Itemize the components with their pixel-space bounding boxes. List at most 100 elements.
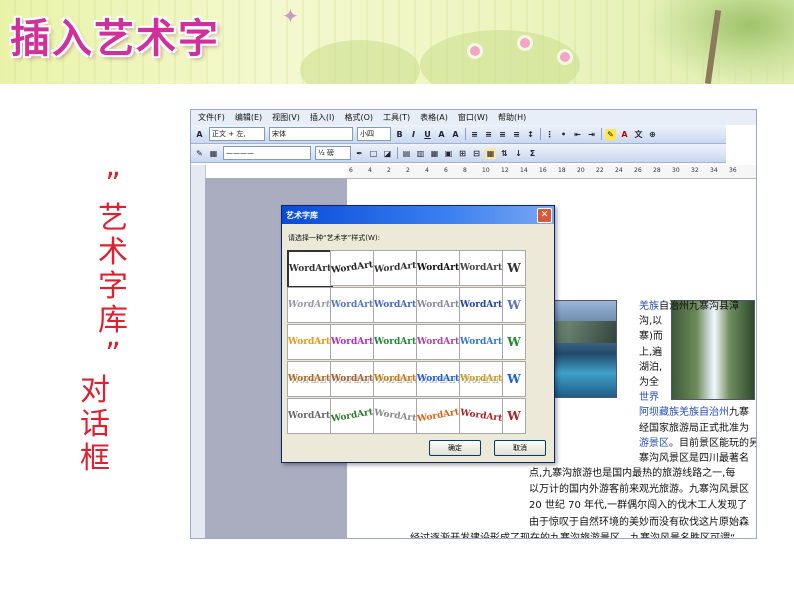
autoformat-table-icon[interactable]: ▦: [485, 147, 496, 159]
wordart-style-option[interactable]: WordArt: [459, 250, 503, 286]
ruler-number: 22: [596, 167, 604, 174]
wordart-sample: WordArt: [373, 337, 417, 347]
highlight-icon[interactable]: ✎: [605, 128, 616, 140]
wordart-style-option[interactable]: WordArt: [287, 361, 331, 397]
wordart-style-option[interactable]: WordArt: [373, 324, 417, 360]
enclose-char-icon[interactable]: ⊕: [647, 129, 658, 140]
wordart-style-option[interactable]: WordArt: [330, 361, 374, 397]
phonetic-guide-icon[interactable]: 文: [633, 129, 644, 140]
wordart-sample: WordArt: [459, 263, 503, 273]
wordart-sample: WordArt: [287, 300, 331, 310]
text-direction-icon[interactable]: ⇅: [499, 148, 510, 159]
menu-item[interactable]: 窗口(W): [458, 112, 488, 123]
wordart-style-option[interactable]: WordArt: [373, 361, 417, 397]
wordart-style-option[interactable]: WordArt: [416, 324, 460, 360]
document-line: 上,遍: [639, 345, 662, 360]
align-cell-icon[interactable]: ▣: [443, 148, 454, 159]
menu-item[interactable]: 插入(I): [310, 112, 335, 123]
menu-item[interactable]: 表格(A): [420, 112, 448, 123]
wordart-style-option[interactable]: WordArt: [416, 398, 460, 434]
wordart-sample: WordArt: [416, 407, 460, 425]
insert-table-icon[interactable]: ▤: [401, 148, 412, 159]
menu-item[interactable]: 编辑(E): [235, 112, 262, 123]
close-icon[interactable]: ✕: [537, 208, 552, 223]
underline-icon[interactable]: U: [422, 129, 433, 140]
line-weight-dropdown[interactable]: ½ 磅: [315, 146, 351, 160]
document-body-line: 20 世纪 70 年代,一群偶尔闯入的伐木工人发现了: [529, 500, 748, 512]
document-line: 沟,以: [639, 314, 662, 329]
wordart-style-option[interactable]: WordArt: [416, 287, 460, 323]
wordart-vertical-option[interactable]: W: [502, 398, 526, 434]
wordart-style-option[interactable]: WordArt: [416, 361, 460, 397]
wordart-style-option[interactable]: WordArt: [287, 250, 333, 288]
distribute-rows-icon[interactable]: ⊞: [457, 148, 468, 159]
wordart-style-option[interactable]: WordArt: [459, 398, 503, 434]
wordart-vertical-option[interactable]: W: [502, 324, 526, 360]
side-label-char: 术: [98, 235, 128, 270]
wordart-style-option[interactable]: WordArt: [330, 250, 374, 286]
menu-item[interactable]: 格式(O): [344, 112, 373, 123]
font-size-dropdown[interactable]: 小四: [357, 127, 391, 141]
styles-pane-icon[interactable]: A: [194, 129, 205, 140]
wordart-style-option[interactable]: WordArt: [459, 324, 503, 360]
wordart-style-option[interactable]: WordArt: [330, 287, 374, 323]
bold-icon[interactable]: B: [394, 129, 405, 140]
wordart-vertical-option[interactable]: W: [502, 361, 526, 397]
bullets-icon[interactable]: •: [558, 129, 569, 140]
align-right-icon[interactable]: ≡: [497, 129, 508, 140]
shading-icon[interactable]: ◪: [382, 148, 393, 159]
wordart-style-option[interactable]: WordArt: [459, 361, 503, 397]
side-label-char: 话: [80, 407, 110, 442]
wordart-vertical-option[interactable]: W: [502, 250, 526, 286]
ok-button[interactable]: 确定: [429, 440, 481, 456]
horizontal-ruler[interactable]: 6 4 2 2 4 6 8 10 12 14 16 18 20 22 24 26 28 30 32 34 36: [347, 165, 756, 179]
align-center-icon[interactable]: ≡: [483, 129, 494, 140]
line-style-dropdown[interactable]: ————: [223, 146, 311, 160]
table-draw-icon[interactable]: ▦: [208, 148, 219, 159]
font-color-icon[interactable]: A: [619, 129, 630, 140]
char-shading-icon[interactable]: A: [450, 129, 461, 140]
wordart-style-option[interactable]: WordArt: [330, 398, 374, 434]
sort-icon[interactable]: ↓: [513, 148, 524, 159]
menu-item[interactable]: 文件(F): [198, 112, 225, 123]
border-icon[interactable]: □: [368, 148, 379, 159]
pen-color-icon[interactable]: ✒: [354, 148, 365, 159]
waterfall-photo: [671, 300, 755, 400]
italic-icon[interactable]: I: [408, 129, 419, 140]
wordart-style-option[interactable]: WordArt: [287, 324, 331, 360]
wordart-style-option[interactable]: WordArt: [287, 398, 331, 434]
ruler-number: 4: [425, 167, 429, 174]
wordart-vertical-sample: W: [507, 261, 521, 275]
wordart-style-option[interactable]: WordArt: [373, 287, 417, 323]
distribute-columns-icon[interactable]: ⊟: [471, 148, 482, 159]
wordart-sample: WordArt: [459, 408, 503, 424]
autosum-icon[interactable]: Σ: [527, 148, 538, 159]
wordart-style-option[interactable]: WordArt: [373, 250, 417, 286]
align-left-icon[interactable]: ≡: [469, 129, 480, 140]
wordart-vertical-option[interactable]: W: [502, 287, 526, 323]
justify-icon[interactable]: ≡: [511, 129, 522, 140]
edit-icon[interactable]: ✎: [194, 148, 205, 159]
wordart-style-option[interactable]: WordArt: [459, 287, 503, 323]
line-spacing-icon[interactable]: ↕: [525, 129, 536, 140]
vertical-ruler: [191, 165, 206, 538]
wordart-style-option[interactable]: WordArt: [287, 287, 331, 323]
decrease-indent-icon[interactable]: ⇤: [572, 129, 583, 140]
char-border-icon[interactable]: A: [436, 129, 447, 140]
numbering-icon[interactable]: ⋮: [544, 129, 555, 140]
menu-item[interactable]: 帮助(H): [498, 112, 526, 123]
cancel-button[interactable]: 取消: [494, 440, 546, 456]
menu-item[interactable]: 视图(V): [272, 112, 300, 123]
font-dropdown[interactable]: 宋体: [269, 127, 353, 141]
wordart-style-option[interactable]: WordArt: [330, 324, 374, 360]
style-dropdown[interactable]: 正文 + 左,: [209, 127, 265, 141]
document-line: 为全: [639, 375, 659, 390]
increase-indent-icon[interactable]: ⇥: [586, 129, 597, 140]
side-label-wordart-gallery: ” 艺术字库”: [96, 168, 130, 372]
merge-cells-icon[interactable]: ▥: [415, 148, 426, 159]
wordart-style-option[interactable]: WordArt: [416, 250, 460, 286]
menu-item[interactable]: 工具(T): [383, 112, 410, 123]
ruler-number: 2: [387, 167, 391, 174]
split-cells-icon[interactable]: ▦: [429, 148, 440, 159]
wordart-style-option[interactable]: WordArt: [373, 398, 417, 434]
